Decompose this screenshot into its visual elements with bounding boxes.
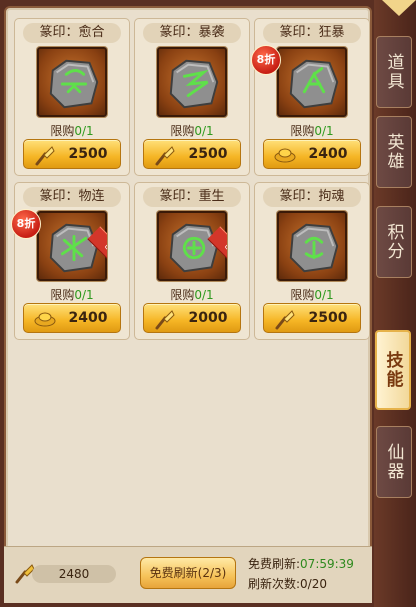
- price-value: 2400: [68, 310, 108, 326]
- ribbon-clip: 已领悟: [37, 211, 107, 281]
- price-value: 2000: [188, 310, 228, 326]
- price-value: 2500: [68, 146, 108, 162]
- buy-button[interactable]: 2000: [143, 303, 241, 333]
- tab-4[interactable]: 技能: [375, 330, 411, 410]
- free-refresh-time: 07:59:39: [300, 557, 354, 571]
- buy-button[interactable]: 2500: [23, 139, 121, 169]
- gold-ingot-icon: [274, 145, 296, 167]
- item-name: 篆印：暴袭: [143, 23, 241, 43]
- refresh-count: 刷新次数:0/20: [248, 577, 327, 591]
- gold-ingot-icon: [34, 309, 56, 331]
- tab-label: 英雄: [383, 133, 404, 171]
- broom-icon: [34, 145, 56, 171]
- shop-item-card[interactable]: 篆印：狂暴 8折 限购0/1 2400: [251, 18, 370, 176]
- item-name: 篆印：狂暴: [263, 23, 361, 43]
- purchase-limit: 限购0/1: [135, 122, 249, 139]
- tab-5[interactable]: 仙器: [376, 426, 412, 498]
- free-refresh-button[interactable]: 免费刷新(2/3): [140, 557, 236, 589]
- rune-stone-icon[interactable]: [157, 47, 227, 117]
- item-grid: 篆印：愈合 限购0/1 2500 篆印：暴袭 限购0/1 2500 篆印：狂暴 …: [11, 18, 370, 340]
- broom-icon: [154, 145, 176, 171]
- side-tab-bar: 道具英雄积分技能仙器: [374, 0, 416, 607]
- tab-1[interactable]: 道具: [376, 36, 412, 108]
- limit-label: 限购: [170, 288, 195, 302]
- limit-label: 限购: [50, 124, 75, 138]
- limit-count: 0/1: [74, 288, 94, 302]
- purchase-limit: 限购0/1: [135, 286, 249, 303]
- item-name: 篆印：愈合: [23, 23, 121, 43]
- purchase-limit: 限购0/1: [15, 286, 129, 303]
- shop-item-card[interactable]: 篆印：拘魂 限购0/1 2500: [254, 182, 370, 340]
- purchase-limit: 限购0/1: [255, 286, 369, 303]
- limit-count: 0/1: [194, 124, 214, 138]
- rune-stone-icon[interactable]: [37, 47, 107, 117]
- rune-stone-icon[interactable]: [277, 47, 347, 117]
- buy-button[interactable]: 2500: [143, 139, 241, 169]
- purchase-limit: 限购0/1: [255, 122, 369, 139]
- shop-item-card[interactable]: 篆印：重生 已领悟 限购0/1 2000: [134, 182, 250, 340]
- buy-button[interactable]: 2500: [263, 303, 361, 333]
- price-value: 2400: [308, 146, 348, 162]
- free-refresh-timer: 免费刷新:07:59:39: [248, 555, 354, 572]
- tab-2[interactable]: 英雄: [376, 116, 412, 188]
- shop-panel: 篆印：愈合 限购0/1 2500 篆印：暴袭 限购0/1 2500 篆印：狂暴 …: [4, 6, 372, 602]
- shop-item-card[interactable]: 篆印：暴袭 限购0/1 2500: [134, 18, 250, 176]
- buy-button[interactable]: 2400: [23, 303, 121, 333]
- tab-label: 技能: [382, 351, 403, 389]
- item-name: 篆印：重生: [143, 187, 241, 207]
- free-refresh-label: 免费刷新:: [248, 557, 301, 571]
- learned-ribbon: 已领悟: [87, 226, 107, 281]
- limit-count: 0/1: [314, 288, 334, 302]
- limit-label: 限购: [50, 288, 75, 302]
- limit-label: 限购: [290, 124, 315, 138]
- limit-label: 限购: [290, 288, 315, 302]
- purchase-limit: 限购0/1: [15, 122, 129, 139]
- tab-label: 仙器: [383, 443, 404, 481]
- discount-badge: 8折: [251, 45, 281, 75]
- tab-3[interactable]: 积分: [376, 206, 412, 278]
- tab-label: 道具: [383, 53, 404, 91]
- buy-button[interactable]: 2400: [263, 139, 361, 169]
- limit-label: 限购: [170, 124, 195, 138]
- item-name: 篆印：物连: [23, 187, 121, 207]
- shop-item-card[interactable]: 篆印：物连 已领悟 8折 限购0/1 2400: [11, 182, 130, 340]
- tab-label: 积分: [383, 223, 404, 261]
- balance-value: 2480: [32, 565, 116, 583]
- discount-badge: 8折: [11, 209, 41, 239]
- limit-count: 0/1: [194, 288, 214, 302]
- item-name: 篆印：拘魂: [263, 187, 361, 207]
- shop-item-card[interactable]: 篆印：愈合 限购0/1 2500: [14, 18, 130, 176]
- broom-icon: [274, 309, 296, 335]
- limit-count: 0/1: [74, 124, 94, 138]
- price-value: 2500: [308, 310, 348, 326]
- price-value: 2500: [188, 146, 228, 162]
- limit-count: 0/1: [314, 124, 334, 138]
- learned-ribbon: 已领悟: [207, 226, 227, 281]
- broom-icon: [154, 309, 176, 335]
- ribbon-clip: 已领悟: [157, 211, 227, 281]
- rune-stone-icon[interactable]: [277, 211, 347, 281]
- bottom-bar: 2480 免费刷新(2/3) 免费刷新:07:59:39 刷新次数:0/20: [4, 546, 372, 603]
